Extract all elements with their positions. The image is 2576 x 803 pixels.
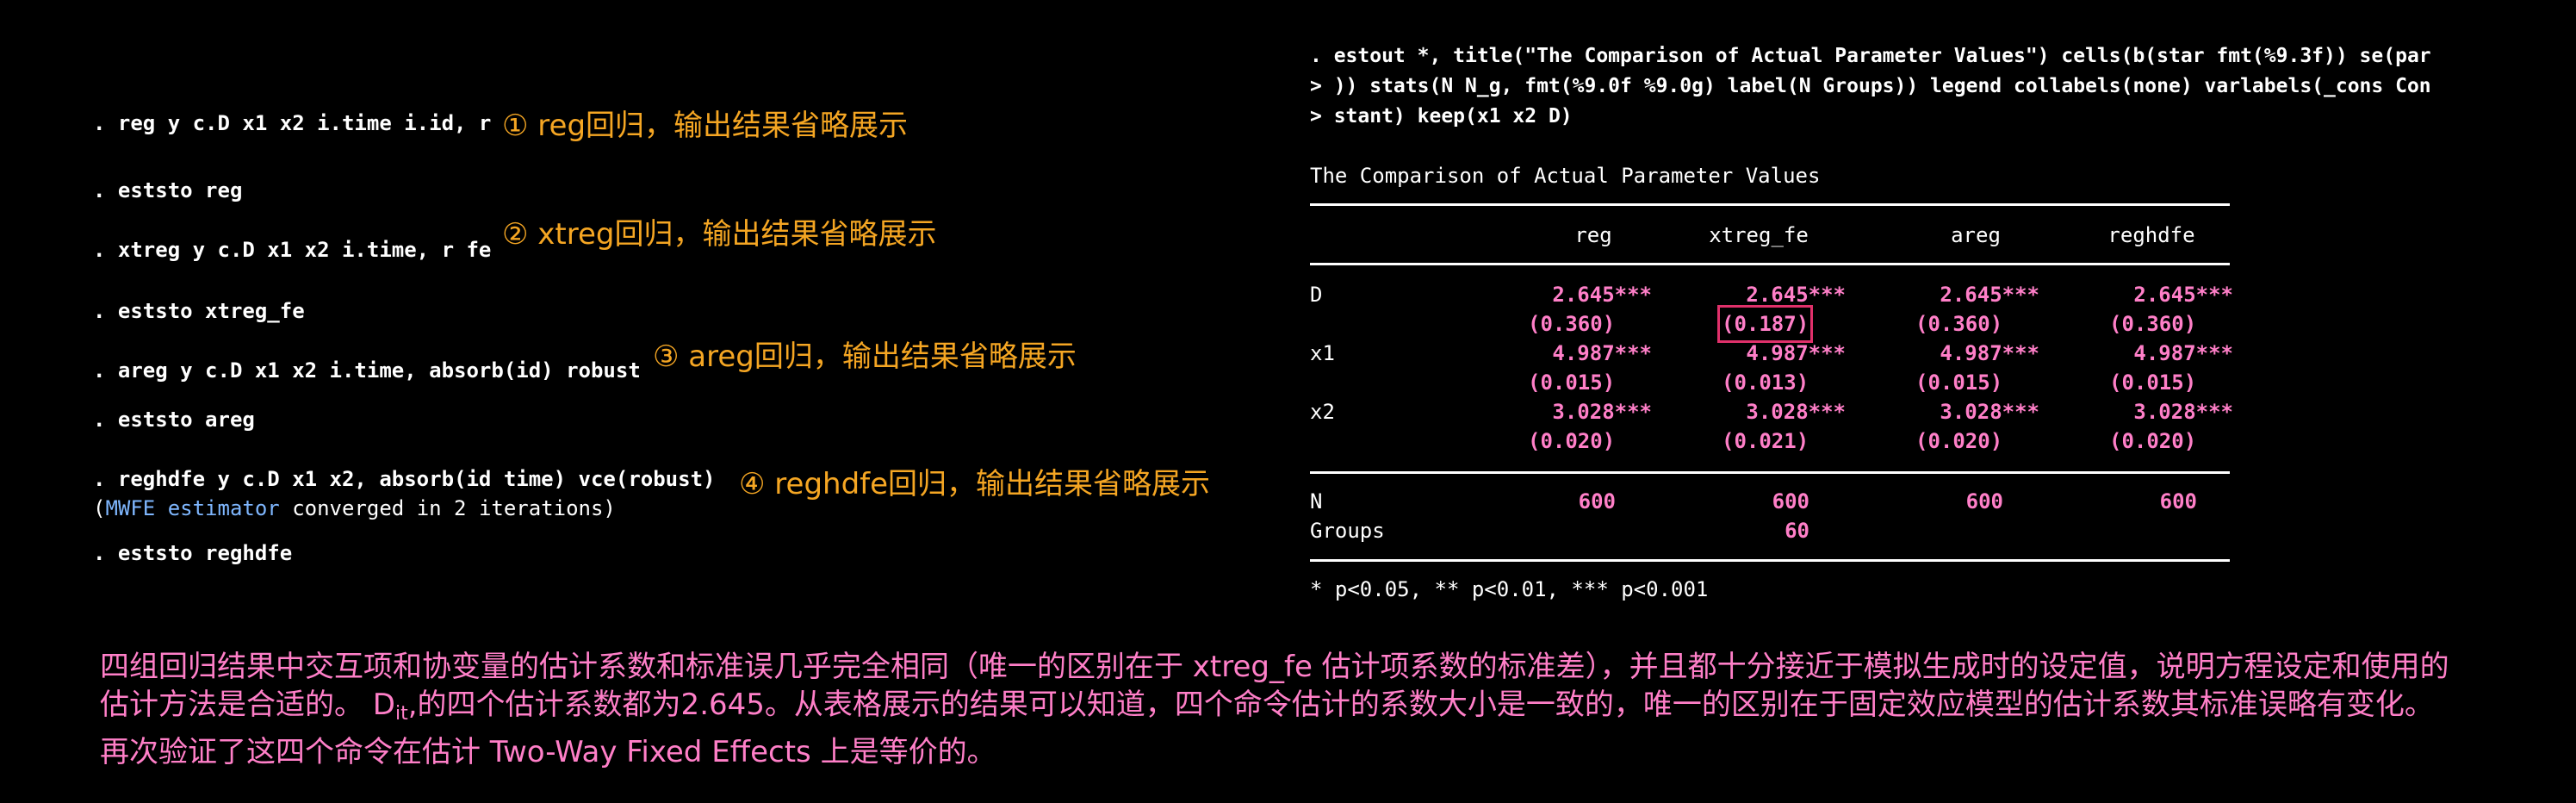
se-x1-reghdfe: (0.015) [2109, 370, 2197, 395]
log-cmd-eststo-reg: . eststo reg [93, 178, 243, 202]
significance-legend: * p<0.05, ** p<0.01, *** p<0.001 [1310, 577, 1709, 601]
annotation-areg: ③ areg回归，输出结果省略展示 [653, 339, 1077, 374]
estout-cmd-line1: . estout *, title("The Comparison of Act… [1310, 45, 2431, 67]
coef-x2-xtreg-fe: 3.028*** [1746, 400, 1846, 424]
coef-x2-reg: 3.028*** [1552, 400, 1652, 424]
summary-paragraph: 四组回归结果中交互项和协变量的估计系数和标准误几乎完全相同（唯一的区别在于 xt… [100, 650, 2449, 769]
stat-n-areg: 600 [1965, 489, 2003, 514]
stat-label-n: N [1310, 489, 1323, 514]
se-x2-reghdfe: (0.020) [2109, 429, 2197, 453]
se-x1-xtreg-fe: (0.013) [1722, 370, 1809, 395]
log-cmd-xtreg: . xtreg y c.D x1 x2 i.time, r fe [93, 238, 492, 262]
se-x2-reg: (0.020) [1528, 429, 1616, 453]
coef-x1-areg: 4.987*** [1940, 341, 2039, 365]
mwfe-estimator-link[interactable]: MWFE estimator [105, 496, 279, 520]
se-d-xtreg-fe: (0.187) [1716, 305, 1814, 343]
stat-groups-xtreg-fe: 60 [1785, 519, 1809, 543]
log-cmd-eststo-xtreg: . eststo xtreg_fe [93, 299, 305, 323]
coef-d-areg: 2.645*** [1940, 283, 2039, 307]
coef-x2-areg: 3.028*** [1940, 400, 2039, 424]
table-rule-top [1310, 203, 2230, 206]
subscript-it: it [395, 703, 408, 725]
se-d-reg: (0.360) [1528, 312, 1616, 336]
annotation-reg: ① reg回归，输出结果省略展示 [502, 109, 909, 143]
table-rule-bottom [1310, 559, 2230, 562]
estout-cmd-line3: > stant) keep(x1 x2 D) [1310, 105, 1573, 128]
coef-d-xtreg-fe: 2.645*** [1746, 283, 1846, 307]
row-label-x2: x2 [1310, 400, 1335, 424]
coef-x1-xtreg-fe: 4.987*** [1746, 341, 1846, 365]
log-cmd-areg: . areg y c.D x1 x2 i.time, absorb(id) ro… [93, 358, 641, 383]
stat-n-reg: 600 [1578, 489, 1616, 514]
row-label-d: D [1310, 283, 1323, 307]
estout-cmd-line2: > )) stats(N N_g, fmt(%9.0f %9.0g) label… [1310, 75, 2431, 97]
row-label-x1: x1 [1310, 341, 1335, 365]
col-header-reg: reg [1574, 223, 1612, 247]
coef-d-reghdfe: 2.645*** [2133, 283, 2233, 307]
log-msg-mwfe: (MWFE estimator converged in 2 iteration… [93, 496, 616, 520]
coef-x1-reg: 4.987*** [1552, 341, 1652, 365]
se-x2-areg: (0.020) [1915, 429, 2003, 453]
table-rule-header [1310, 263, 2230, 265]
stat-label-groups: Groups [1310, 519, 1385, 543]
col-header-xtreg-fe: xtreg_fe [1709, 223, 1809, 247]
annotation-xtreg: ② xtreg回归，输出结果省略展示 [502, 217, 937, 252]
stat-n-reghdfe: 600 [2159, 489, 2197, 514]
log-cmd-reg: . reg y c.D x1 x2 i.time i.id, r [93, 111, 492, 135]
log-cmd-reghdfe: . reghdfe y c.D x1 x2, absorb(id time) v… [93, 467, 716, 491]
table-title: The Comparison of Actual Parameter Value… [1310, 164, 1821, 188]
annotation-reghdfe: ④ reghdfe回归，输出结果省略展示 [739, 467, 1211, 501]
table-rule-stats [1310, 471, 2230, 474]
col-header-reghdfe: reghdfe [2107, 223, 2195, 247]
coef-d-reg: 2.645*** [1552, 283, 1652, 307]
se-x2-xtreg-fe: (0.021) [1722, 429, 1809, 453]
log-cmd-eststo-areg: . eststo areg [93, 408, 255, 432]
log-cmd-eststo-reghdfe: . eststo reghdfe [93, 541, 293, 565]
se-d-areg: (0.360) [1915, 312, 2003, 336]
coef-x2-reghdfe: 3.028*** [2133, 400, 2233, 424]
coef-x1-reghdfe: 4.987*** [2133, 341, 2233, 365]
stat-n-xtreg-fe: 600 [1772, 489, 1809, 514]
se-x1-reg: (0.015) [1528, 370, 1616, 395]
se-d-reghdfe: (0.360) [2109, 312, 2197, 336]
se-x1-areg: (0.015) [1915, 370, 2003, 395]
col-header-areg: areg [1951, 223, 2001, 247]
